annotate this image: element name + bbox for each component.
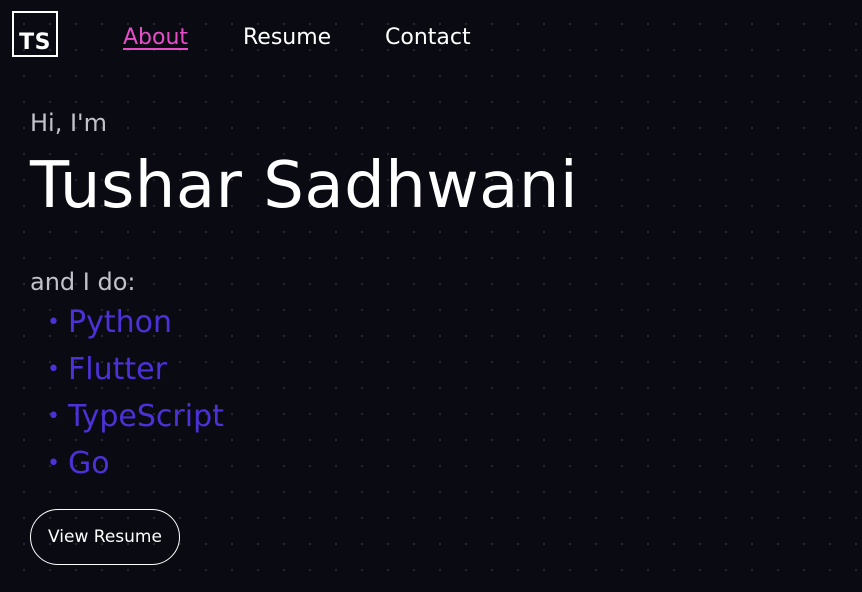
page-title-name: Tushar Sadhwani <box>30 149 579 223</box>
nav-link-resume[interactable]: Resume <box>243 24 331 52</box>
bullet-icon: • <box>47 451 60 476</box>
bullet-icon: • <box>47 310 60 335</box>
skills-list: • Python • Flutter • TypeScript • Go <box>47 301 224 489</box>
skill-label: TypeScript <box>67 399 224 434</box>
bullet-icon: • <box>47 357 60 382</box>
intro-text: and I do: <box>30 268 136 296</box>
skill-item-typescript: • TypeScript <box>47 395 224 442</box>
skill-label: Flutter <box>67 352 167 387</box>
skill-item-python: • Python <box>47 301 224 348</box>
skill-label: Python <box>67 305 172 340</box>
logo-text: TS <box>19 30 51 55</box>
skill-item-flutter: • Flutter <box>47 348 224 395</box>
view-resume-button[interactable]: View Resume <box>30 509 180 565</box>
bullet-icon: • <box>47 404 60 429</box>
top-navigation: TS About Resume Contact <box>0 0 862 76</box>
skill-label: Go <box>67 446 110 481</box>
nav-link-about[interactable]: About <box>123 24 188 52</box>
greeting-text: Hi, I'm <box>30 109 108 137</box>
skill-item-go: • Go <box>47 442 224 489</box>
logo-home-link[interactable]: TS <box>12 11 58 57</box>
nav-link-contact[interactable]: Contact <box>385 24 471 52</box>
